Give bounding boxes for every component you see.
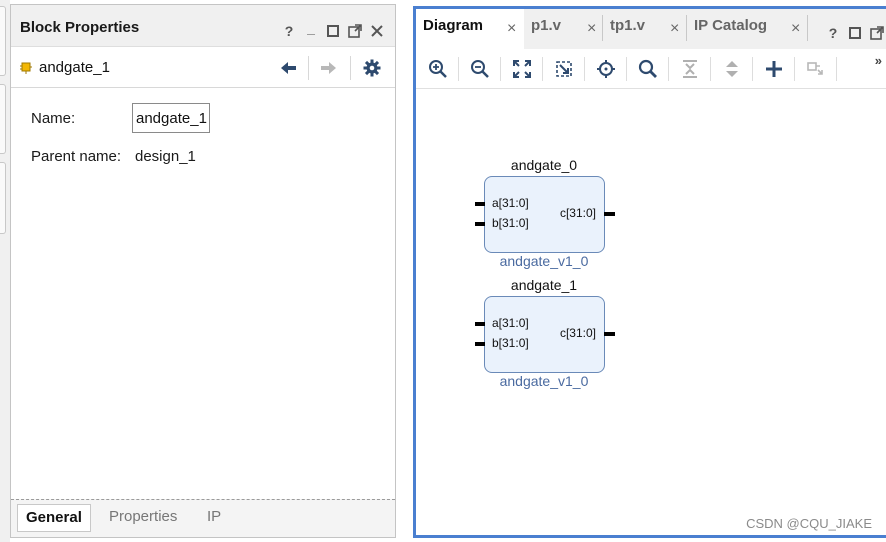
close-icon[interactable] — [369, 23, 385, 39]
add-icon[interactable] — [764, 59, 784, 79]
toolbar-divider — [752, 57, 753, 81]
block-properties-header: Block Properties ? _ — [11, 5, 395, 47]
left-edge-strip — [0, 0, 10, 542]
parent-name-label: Parent name: — [31, 148, 122, 165]
zoom-in-icon[interactable] — [428, 59, 448, 79]
collapsed-panel-handle[interactable] — [0, 84, 6, 154]
tab-tp1-v[interactable]: tp1.v × — [603, 9, 686, 49]
toolbar-divider — [308, 56, 309, 80]
output-port-pin[interactable] — [604, 212, 615, 216]
port-label: b[31:0] — [492, 216, 529, 230]
float-icon[interactable] — [347, 23, 363, 39]
help-icon[interactable]: ? — [825, 25, 841, 41]
diagram-toolbar: » — [416, 49, 886, 89]
tab-properties[interactable]: Properties — [101, 504, 185, 532]
parent-name-value: design_1 — [135, 148, 196, 165]
port-label: c[31:0] — [559, 206, 596, 220]
toolbar-divider — [710, 57, 711, 81]
toolbar-divider — [458, 57, 459, 81]
tab-diagram[interactable]: Diagram × — [416, 9, 524, 49]
toolbar-divider — [350, 56, 351, 80]
diagram-canvas[interactable]: andgate_0 a[31:0] b[31:0] c[31:0] andgat… — [416, 90, 886, 535]
tab-general[interactable]: General — [17, 504, 91, 532]
toolbar-divider — [500, 57, 501, 81]
name-label: Name: — [31, 110, 76, 127]
center-icon[interactable] — [596, 59, 616, 79]
toolbar-divider — [794, 57, 795, 81]
tab-label: Diagram — [423, 17, 484, 34]
help-icon[interactable]: ? — [281, 23, 297, 39]
close-icon[interactable]: × — [507, 9, 516, 49]
toolbar-divider — [626, 57, 627, 81]
panel-title: Block Properties — [20, 19, 140, 36]
maximize-icon[interactable] — [325, 23, 341, 39]
toolbar-divider — [584, 57, 585, 81]
name-field[interactable] — [132, 103, 210, 133]
collapsed-panel-handle[interactable] — [0, 162, 6, 234]
input-port-pin[interactable] — [475, 202, 485, 206]
overflow-icon[interactable]: » — [875, 53, 882, 68]
gear-icon[interactable] — [362, 58, 382, 78]
search-icon[interactable] — [638, 59, 658, 79]
forward-arrow-icon[interactable] — [319, 58, 339, 78]
diagram-tab-bar: Diagram × p1.v × tp1.v × IP Catalog × ? — [416, 9, 886, 49]
window-controls: ? — [825, 25, 885, 41]
input-port-pin[interactable] — [475, 322, 485, 326]
tab-divider — [807, 15, 808, 41]
tab-ip[interactable]: IP — [199, 504, 229, 532]
watermark: CSDN @CQU_JIAKE — [746, 516, 872, 531]
block-instance-name: andgate_0 — [510, 157, 578, 173]
port-label: a[31:0] — [492, 316, 529, 330]
close-icon[interactable]: × — [587, 9, 596, 49]
tab-ip-catalog[interactable]: IP Catalog × — [687, 9, 807, 49]
expand-all-icon[interactable] — [722, 59, 742, 79]
maximize-icon[interactable] — [847, 25, 863, 41]
input-port-pin[interactable] — [475, 342, 485, 346]
properties-body: Name: Parent name: design_1 — [11, 89, 395, 499]
float-icon[interactable] — [869, 25, 885, 41]
toolbar-divider — [836, 57, 837, 81]
close-icon[interactable]: × — [791, 9, 800, 49]
toolbar-divider — [542, 57, 543, 81]
collapse-all-icon[interactable] — [680, 59, 700, 79]
object-row: andgate_1 — [11, 48, 395, 88]
ip-block[interactable]: a[31:0] b[31:0] c[31:0] — [475, 296, 615, 373]
tab-p1-v[interactable]: p1.v × — [524, 9, 602, 49]
block-ip-type: andgate_v1_0 — [499, 373, 589, 389]
zoom-fit-icon[interactable] — [512, 59, 532, 79]
close-icon[interactable]: × — [670, 9, 679, 49]
port-label: b[31:0] — [492, 336, 529, 350]
ip-block[interactable]: a[31:0] b[31:0] c[31:0] — [475, 176, 615, 253]
properties-footer-tabs: General Properties IP — [11, 499, 395, 537]
zoom-area-icon[interactable] — [554, 59, 574, 79]
output-port-pin[interactable] — [604, 332, 615, 336]
port-label: c[31:0] — [559, 326, 596, 340]
diagram-panel: Diagram × p1.v × tp1.v × IP Catalog × ? — [413, 6, 886, 538]
zoom-out-icon[interactable] — [470, 59, 490, 79]
block-properties-panel: Block Properties ? _ andgate_1 Name: and… — [10, 4, 396, 538]
tab-label: tp1.v — [610, 17, 646, 34]
block-instance-name: andgate_1 — [510, 277, 578, 293]
port-label: a[31:0] — [492, 196, 529, 210]
collapsed-panel-handle[interactable] — [0, 6, 6, 76]
minimize-icon[interactable]: _ — [303, 21, 319, 39]
tab-label: p1.v — [531, 17, 562, 34]
tab-label: IP Catalog — [694, 17, 768, 34]
window-controls: ? _ — [281, 21, 385, 39]
toolbar-divider — [668, 57, 669, 81]
block-ip-type: andgate_v1_0 — [499, 253, 589, 269]
block-icon — [20, 61, 32, 74]
back-arrow-icon[interactable] — [278, 58, 298, 78]
make-external-icon[interactable] — [806, 59, 826, 79]
input-port-pin[interactable] — [475, 222, 485, 226]
object-name: andgate_1 — [39, 59, 110, 76]
